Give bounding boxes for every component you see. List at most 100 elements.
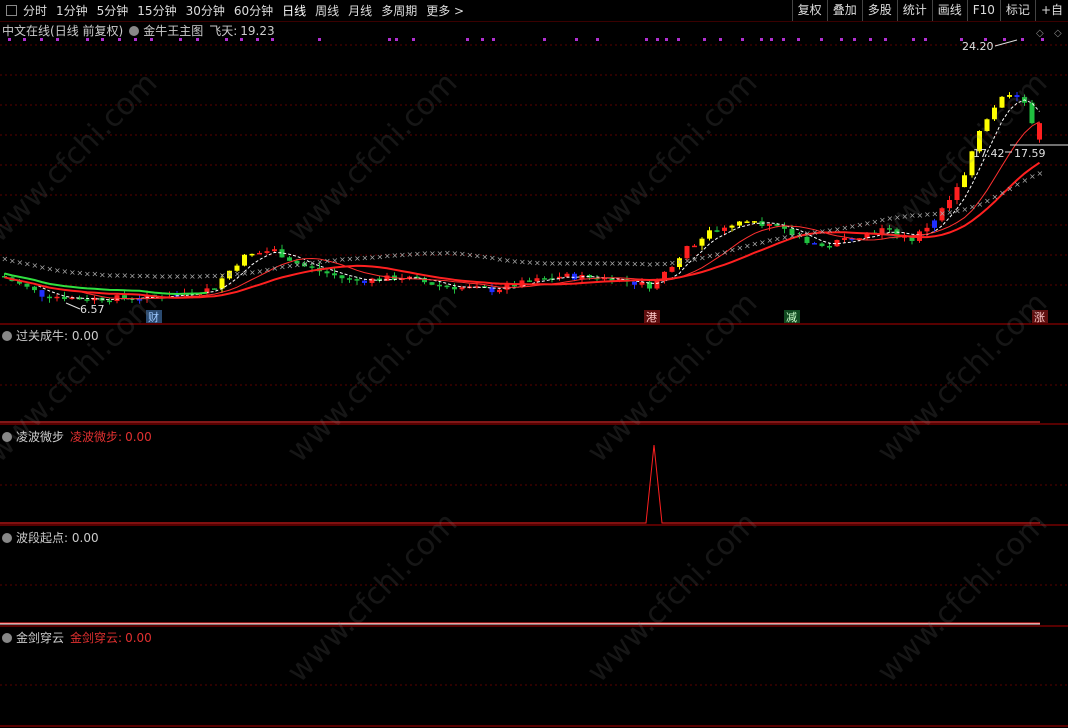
x-marker: × xyxy=(1007,184,1014,193)
candle-body xyxy=(632,281,637,285)
candle-body xyxy=(287,257,292,261)
subchart-2-name[interactable]: 凌波微步 xyxy=(16,428,64,445)
x-marker: × xyxy=(827,226,834,235)
x-marker: × xyxy=(399,251,406,260)
candle-body xyxy=(429,282,435,285)
subchart-menu-icon[interactable] xyxy=(2,431,12,442)
signal-dot xyxy=(575,38,578,41)
feitian-label: 飞天: xyxy=(209,24,238,38)
signal-dot xyxy=(719,38,722,41)
candle-body xyxy=(347,278,352,280)
indicator-name[interactable]: 金牛王主图 xyxy=(143,22,203,39)
subchart-3-value: : 0.00 xyxy=(64,530,99,545)
candle-body xyxy=(699,238,705,246)
signal-dot xyxy=(395,38,398,41)
signal-dot xyxy=(318,38,321,41)
subchart-1-name[interactable]: 过关成牛 xyxy=(16,327,64,344)
x-marker: × xyxy=(752,240,759,249)
x-marker: × xyxy=(737,244,744,253)
x-marker: × xyxy=(947,208,954,217)
candle-body xyxy=(242,254,247,266)
x-marker: × xyxy=(249,268,256,277)
x-marker: × xyxy=(92,270,99,279)
x-marker: × xyxy=(159,272,166,281)
signal-dot xyxy=(782,38,785,41)
candle-body xyxy=(362,280,367,283)
x-marker: × xyxy=(2,254,9,263)
signal-dot xyxy=(492,38,495,41)
stock-name: 中文在线 xyxy=(2,24,51,38)
signal-dot xyxy=(543,38,546,41)
subchart-4-name[interactable]: 金剑穿云 xyxy=(16,629,64,646)
candle-body xyxy=(564,273,570,277)
x-marker: × xyxy=(219,271,226,280)
subchart-3-label: 波段起点 : 0.00 xyxy=(2,529,99,546)
x-marker: × xyxy=(129,271,136,280)
signal-dot xyxy=(884,38,887,41)
x-marker: × xyxy=(17,258,24,267)
x-marker: × xyxy=(324,257,331,266)
x-marker: × xyxy=(1022,176,1029,185)
candle-body xyxy=(354,279,360,281)
signal-dot xyxy=(703,38,706,41)
x-marker: × xyxy=(77,269,84,278)
signal-dot xyxy=(820,38,823,41)
signal-dot xyxy=(412,38,415,41)
candle-body xyxy=(752,221,757,223)
x-marker: × xyxy=(602,259,609,268)
x-marker: × xyxy=(707,252,714,261)
x-marker: × xyxy=(309,258,316,267)
x-marker: × xyxy=(969,203,976,212)
x-marker: × xyxy=(182,272,189,281)
x-marker: × xyxy=(9,256,16,265)
subchart-menu-icon[interactable] xyxy=(2,330,12,341)
x-marker: × xyxy=(639,259,646,268)
candle-body xyxy=(369,278,375,283)
x-marker: × xyxy=(39,263,46,272)
x-marker: × xyxy=(347,255,354,264)
x-marker: × xyxy=(444,249,451,258)
x-marker: × xyxy=(662,259,669,268)
x-marker: × xyxy=(279,263,286,272)
subchart-2-value-name: 凌波微步: xyxy=(70,430,123,444)
x-marker: × xyxy=(422,249,429,258)
signal-dot xyxy=(665,38,668,41)
candle-body xyxy=(257,252,262,255)
x-marker: × xyxy=(152,272,159,281)
kline-chart-canvas[interactable]: × × × × × × × × × × × × × × × × × × × × × × × × × × × × × × × × × × × × × × × ×… xyxy=(0,0,1068,728)
signal-dot xyxy=(924,38,927,41)
x-marker: × xyxy=(789,231,796,240)
candle-body xyxy=(812,243,817,245)
candle-body xyxy=(692,245,697,248)
main-chart-title: 中文在线 (日线 前复权) 金牛王主图 飞天: 19.23 xyxy=(2,22,275,39)
subchart-3-name[interactable]: 波段起点 xyxy=(16,529,64,546)
x-marker: × xyxy=(527,258,534,267)
signal-dot xyxy=(741,38,744,41)
x-marker: × xyxy=(317,257,324,266)
x-marker: × xyxy=(302,259,309,268)
subchart-menu-icon[interactable] xyxy=(2,532,12,543)
x-marker: × xyxy=(54,266,61,275)
x-marker: × xyxy=(564,259,571,268)
x-marker: × xyxy=(549,259,556,268)
x-marker: × xyxy=(834,225,841,234)
x-marker: × xyxy=(114,271,121,280)
x-marker: × xyxy=(729,246,736,255)
subchart-2-label: 凌波微步 凌波微步: 0.00 xyxy=(2,428,152,445)
candle-body xyxy=(39,290,45,297)
x-marker: × xyxy=(497,255,504,264)
x-marker: × xyxy=(557,259,564,268)
signal-dot xyxy=(481,38,484,41)
candle-body xyxy=(714,230,720,232)
signal-dot xyxy=(1003,38,1006,41)
indicator-menu-icon[interactable] xyxy=(129,25,140,36)
signal-dot xyxy=(388,38,391,41)
x-marker: × xyxy=(429,249,436,258)
grid-lines xyxy=(0,44,1068,686)
subchart-menu-icon[interactable] xyxy=(2,632,12,643)
x-marker: × xyxy=(204,272,211,281)
x-marker: × xyxy=(1037,169,1044,178)
x-marker: × xyxy=(984,196,991,205)
candle-body xyxy=(212,288,217,290)
x-marker: × xyxy=(407,250,414,259)
